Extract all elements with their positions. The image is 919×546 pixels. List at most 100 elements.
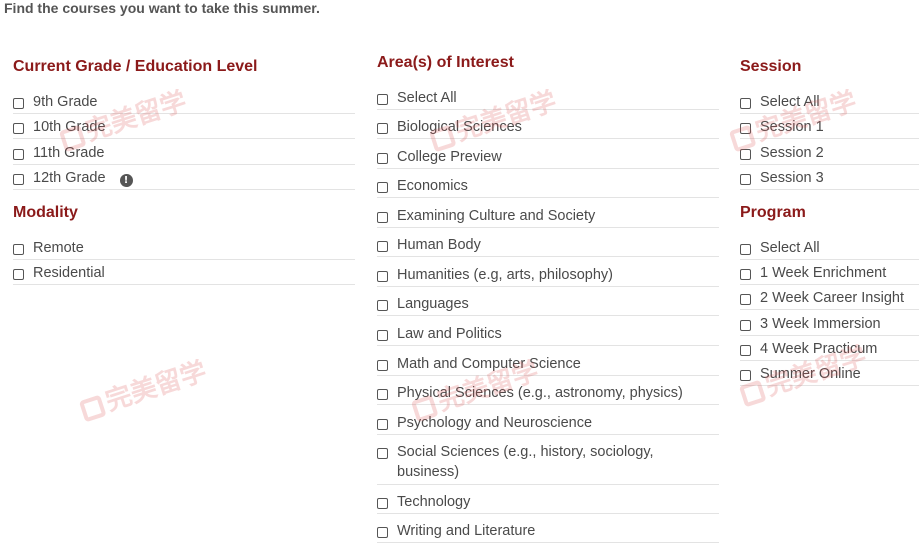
option-label: Writing and Literature [397, 523, 536, 539]
option-label: Technology [397, 494, 471, 510]
option-label: 3 Week Immersion [760, 316, 881, 332]
checkbox[interactable] [740, 269, 751, 280]
checkbox[interactable] [377, 182, 388, 193]
program-option[interactable]: 2 Week Career Insight [740, 290, 919, 310]
checkbox[interactable] [740, 370, 751, 381]
checkbox[interactable] [740, 174, 751, 185]
checkbox[interactable] [377, 360, 388, 371]
interest-option[interactable]: Writing and Literature [377, 523, 719, 543]
checkbox[interactable] [740, 244, 751, 255]
option-label: Law and Politics [397, 326, 502, 342]
checkbox[interactable] [740, 294, 751, 305]
interest-option[interactable]: Examining Culture and Society [377, 208, 719, 228]
checkbox[interactable] [377, 123, 388, 134]
option-label: Session 2 [760, 145, 824, 161]
grade-heading: Current Grade / Education Level [13, 58, 258, 75]
session-heading: Session [740, 58, 802, 75]
option-label: 11th Grade [33, 145, 105, 161]
modality-option-remote[interactable]: Remote [13, 240, 355, 260]
option-label: Session 1 [760, 119, 824, 135]
checkbox[interactable] [377, 419, 388, 430]
checkbox[interactable] [377, 241, 388, 252]
info-icon[interactable]: ! [119, 174, 133, 187]
option-label: Physical Sciences (e.g., astronomy, phys… [397, 385, 683, 401]
session-option[interactable]: Session 3 [740, 170, 919, 190]
checkbox[interactable] [377, 498, 388, 509]
option-label: 2 Week Career Insight [760, 290, 904, 306]
checkbox[interactable] [377, 330, 388, 341]
option-label: Residential [33, 265, 105, 281]
interest-option[interactable]: Biological Sciences [377, 119, 719, 139]
option-label: Psychology and Neuroscience [397, 415, 593, 431]
option-label: Economics [397, 178, 468, 194]
checkbox[interactable] [740, 320, 751, 331]
option-label: College Preview [397, 149, 502, 165]
checkbox[interactable] [13, 174, 24, 185]
session-option[interactable]: Select All [740, 94, 919, 114]
checkbox[interactable] [377, 389, 388, 400]
checkbox[interactable] [377, 94, 388, 105]
option-text: 12th Grade [33, 170, 106, 186]
checkbox[interactable] [740, 345, 751, 356]
interest-heading: Area(s) of Interest [377, 54, 514, 71]
grade-option-11th[interactable]: 11th Grade [13, 145, 355, 165]
interest-option[interactable]: Physical Sciences (e.g., astronomy, phys… [377, 385, 719, 405]
option-label: Social Sciences (e.g., history, sociolog… [397, 444, 654, 480]
option-label: Human Body [397, 237, 481, 253]
watermark: 完美留学 [75, 351, 210, 426]
interest-option[interactable]: Select All [377, 90, 719, 110]
grade-option-9th[interactable]: 9th Grade [13, 94, 355, 114]
option-label: Biological Sciences [397, 119, 522, 135]
option-label: Select All [397, 90, 457, 106]
option-label: 12th Grade! [33, 168, 133, 188]
checkbox[interactable] [377, 271, 388, 282]
interest-option[interactable]: Languages [377, 296, 719, 316]
checkbox[interactable] [377, 212, 388, 223]
session-option[interactable]: Session 2 [740, 145, 919, 165]
program-option[interactable]: 3 Week Immersion [740, 316, 919, 336]
interest-option[interactable]: College Preview [377, 149, 719, 169]
interest-option[interactable]: Economics [377, 178, 719, 198]
option-label: Summer Online [760, 366, 861, 382]
program-option[interactable]: Select All [740, 240, 919, 260]
page-intro: Find the courses you want to take this s… [4, 0, 320, 16]
modality-option-residential[interactable]: Residential [13, 265, 355, 285]
option-label: Humanities (e.g, arts, philosophy) [397, 267, 613, 283]
session-option[interactable]: Session 1 [740, 119, 919, 139]
checkbox[interactable] [377, 153, 388, 164]
interest-option[interactable]: Humanities (e.g, arts, philosophy) [377, 267, 719, 287]
checkbox[interactable] [13, 123, 24, 134]
option-label: Examining Culture and Society [397, 208, 596, 224]
option-label: Select All [760, 240, 820, 256]
checkbox[interactable] [13, 98, 24, 109]
checkbox[interactable] [377, 448, 388, 459]
interest-option[interactable]: Law and Politics [377, 326, 719, 346]
program-heading: Program [740, 204, 806, 221]
checkbox[interactable] [13, 269, 24, 280]
checkbox[interactable] [740, 149, 751, 160]
option-label: Languages [397, 296, 469, 312]
interest-option[interactable]: Social Sciences (e.g., history, sociolog… [377, 444, 719, 485]
option-label: 4 Week Practicum [760, 341, 878, 357]
option-label: Session 3 [760, 170, 824, 186]
program-option[interactable]: Summer Online [740, 366, 919, 386]
option-label: Remote [33, 240, 84, 256]
grade-option-10th[interactable]: 10th Grade [13, 119, 355, 139]
option-label: 10th Grade [33, 119, 106, 135]
interest-option[interactable]: Math and Computer Science [377, 356, 719, 376]
grade-option-12th[interactable]: 12th Grade! [13, 170, 355, 190]
checkbox[interactable] [13, 244, 24, 255]
checkbox[interactable] [377, 527, 388, 538]
option-label: 9th Grade [33, 94, 98, 110]
checkbox[interactable] [13, 149, 24, 160]
checkbox[interactable] [377, 300, 388, 311]
checkbox[interactable] [740, 123, 751, 134]
interest-option[interactable]: Psychology and Neuroscience [377, 415, 719, 435]
interest-option[interactable]: Human Body [377, 237, 719, 257]
option-label: 1 Week Enrichment [760, 265, 887, 281]
program-option[interactable]: 1 Week Enrichment [740, 265, 919, 285]
checkbox[interactable] [740, 98, 751, 109]
interest-option[interactable]: Technology [377, 494, 719, 514]
modality-heading: Modality [13, 204, 78, 221]
program-option[interactable]: 4 Week Practicum [740, 341, 919, 361]
